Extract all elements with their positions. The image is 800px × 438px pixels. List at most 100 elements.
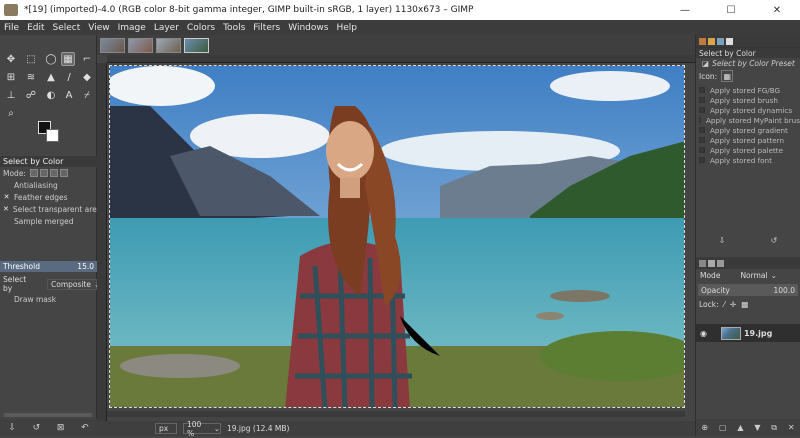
preset-item[interactable]: Apply stored palette [696, 145, 800, 155]
delete-layer-icon[interactable]: ✕ [788, 423, 795, 432]
select-by-color-icon[interactable]: ▦ [721, 70, 734, 82]
feather-edges-checkbox[interactable]: ✕ [3, 193, 10, 201]
bucket-fill-icon[interactable]: ▲ [44, 70, 58, 84]
menu-tools[interactable]: Tools [219, 23, 249, 33]
rect-select-icon[interactable]: ⬚ [24, 52, 38, 66]
mode-subtract-icon[interactable] [49, 169, 58, 177]
layer-mode-dropdown[interactable]: Normal ⌄ [740, 271, 786, 280]
status-bar: px 100 % ⌄ 19.jpg (12.4 MB) [97, 420, 695, 438]
preset-item[interactable]: Apply stored brush [696, 95, 800, 105]
minimize-button[interactable]: — [662, 0, 708, 20]
layers-tab-icon[interactable] [699, 259, 706, 267]
presets-tab-icon[interactable] [726, 37, 733, 45]
lock-position-icon[interactable]: ✛ [730, 300, 736, 309]
preset-item[interactable]: Apply stored dynamics [696, 105, 800, 115]
image-canvas[interactable] [109, 65, 685, 408]
restore-preset-icon[interactable]: ↺ [771, 236, 778, 245]
menu-windows[interactable]: Windows [284, 23, 332, 33]
preset-item[interactable]: Apply stored pattern [696, 135, 800, 145]
brushes-tab-icon[interactable] [708, 37, 715, 45]
preset-item[interactable]: Apply stored gradient [696, 125, 800, 135]
lasso-icon[interactable]: ◯ [44, 52, 58, 66]
threshold-slider[interactable]: Threshold 15.0 [0, 261, 97, 272]
menu-help[interactable]: Help [332, 23, 361, 33]
image-tab[interactable] [100, 37, 125, 53]
chevron-down-icon: ⌄ [213, 424, 220, 433]
menu-file[interactable]: File [0, 23, 23, 33]
top-ruler[interactable] [107, 55, 695, 63]
opacity-slider[interactable]: Opacity 100.0 [698, 284, 798, 296]
feather-edges-option[interactable]: ✕ Feather edges [0, 191, 97, 203]
zoom-icon[interactable]: ⌕ [4, 106, 18, 120]
transform-icon[interactable]: ⊞ [4, 70, 18, 84]
menu-layer[interactable]: Layer [150, 23, 183, 33]
mode-intersect-icon[interactable] [59, 169, 68, 177]
preset-item[interactable]: Apply stored font [696, 155, 800, 165]
new-layer-icon[interactable]: ⊕ [701, 423, 708, 432]
layer-row[interactable]: ◉ 19.jpg [696, 324, 800, 342]
menu-view[interactable]: View [84, 23, 113, 33]
crop-icon[interactable]: ⌐ [80, 52, 94, 66]
draw-mask-option[interactable]: Draw mask [0, 293, 97, 305]
mode-add-icon[interactable] [39, 169, 48, 177]
menu-select[interactable]: Select [49, 23, 85, 33]
menu-filters[interactable]: Filters [249, 23, 284, 33]
patterns-tab-icon[interactable] [717, 37, 724, 45]
mode-replace-icon[interactable] [29, 169, 38, 177]
sample-merged-option[interactable]: Sample merged [0, 215, 97, 227]
fg-bg-colors[interactable] [38, 121, 60, 143]
move-tool-icon[interactable]: ✥ [4, 52, 18, 66]
menu-colors[interactable]: Colors [183, 23, 219, 33]
unit-select[interactable]: px [155, 423, 177, 434]
zoom-select[interactable]: 100 % ⌄ [183, 420, 221, 438]
layer-thumbnail [720, 326, 741, 340]
close-button[interactable]: ✕ [754, 0, 800, 20]
new-group-icon[interactable]: ▢ [719, 423, 727, 432]
antialiasing-checkbox[interactable] [3, 182, 10, 189]
select-transparent-option[interactable]: ✕ Select transparent areas [0, 203, 105, 215]
preset-item[interactable]: Apply stored MyPaint brush [696, 115, 800, 125]
save-options-icon[interactable]: ⇩ [8, 423, 16, 433]
reset-options-icon[interactable]: ↶ [81, 423, 89, 433]
delete-options-icon[interactable]: ⊠ [57, 423, 65, 433]
background-color-swatch[interactable] [46, 129, 59, 142]
eraser-icon[interactable]: ◆ [80, 70, 94, 84]
image-tab[interactable] [156, 37, 181, 53]
toolbox-scrollbar[interactable] [4, 413, 92, 417]
color-picker-icon[interactable]: ⌿ [80, 88, 94, 102]
eye-icon[interactable]: ◉ [700, 329, 707, 338]
maximize-button[interactable]: ☐ [708, 0, 754, 20]
image-tab-active[interactable] [184, 37, 209, 53]
lower-layer-icon[interactable]: ▼ [754, 423, 760, 432]
draw-mask-checkbox[interactable] [3, 296, 10, 303]
save-preset-icon[interactable]: ⇩ [719, 236, 726, 245]
mode-buttons[interactable] [29, 169, 68, 177]
opacity-value: 100.0 [773, 285, 795, 295]
antialiasing-option[interactable]: Antialiasing [0, 179, 97, 191]
horizontal-scrollbar[interactable] [107, 411, 685, 417]
raise-layer-icon[interactable]: ▲ [737, 423, 743, 432]
duplicate-layer-icon[interactable]: ⧉ [771, 423, 777, 433]
select-by-dropdown[interactable]: Composite⌄ [47, 278, 100, 290]
paths-tab-icon[interactable] [717, 259, 724, 267]
select-transparent-checkbox[interactable]: ✕ [3, 205, 9, 213]
left-ruler[interactable] [97, 63, 107, 421]
channels-tab-icon[interactable] [708, 259, 715, 267]
paintbrush-icon[interactable]: / [62, 70, 76, 84]
sample-merged-checkbox[interactable] [3, 218, 10, 225]
tool-options-tab-icon[interactable] [699, 37, 706, 45]
text-icon[interactable]: A [62, 88, 76, 102]
select-by-color-icon[interactable]: ▦ [61, 52, 75, 66]
right-dock: Select by Color ◪ Select by Color Preset … [695, 35, 800, 436]
image-tab[interactable] [128, 37, 153, 53]
restore-options-icon[interactable]: ↺ [33, 423, 41, 433]
lock-alpha-icon[interactable]: ▩ [741, 300, 748, 309]
warp-icon[interactable]: ≋ [24, 70, 38, 84]
menu-edit[interactable]: Edit [23, 23, 48, 33]
preset-item[interactable]: Apply stored FG/BG [696, 85, 800, 95]
smudge-icon[interactable]: ☍ [24, 88, 38, 102]
dodge-icon[interactable]: ◐ [44, 88, 58, 102]
menu-image[interactable]: Image [114, 23, 150, 33]
clone-icon[interactable]: ⊥ [4, 88, 18, 102]
lock-pixels-icon[interactable]: ⁄ [724, 300, 725, 309]
